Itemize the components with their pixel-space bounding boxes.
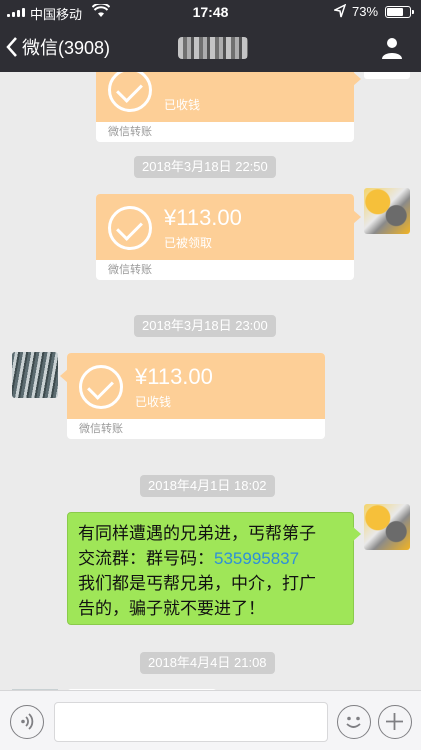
more-button[interactable]: [378, 705, 412, 739]
transfer-footer: 微信转账: [108, 264, 152, 276]
check-circle-icon: [79, 365, 123, 409]
input-bar: [0, 690, 421, 750]
location-arrow-icon: [334, 4, 346, 18]
transfer-amount: ¥113.00: [164, 205, 242, 230]
status-bar: 中国移动 17:48 73%: [0, 0, 421, 24]
transfer-amount: ¥113.00: [135, 364, 213, 389]
transfer-message[interactable]: 已收钱 微信转账: [96, 72, 361, 142]
text-message[interactable]: 有同样遭遇的兄弟进，丐帮第子 交流群：群号码：535995837 我们都是丐帮兄…: [67, 512, 361, 625]
avatar[interactable]: [364, 72, 410, 79]
top-bar: 中国移动 17:48 73% 微信(3908): [0, 0, 421, 72]
message-input[interactable]: [54, 702, 328, 742]
check-circle-icon: [108, 72, 152, 112]
back-button[interactable]: 微信(3908): [6, 34, 110, 60]
transfer-footer: 微信转账: [108, 126, 152, 138]
chat-area[interactable]: 已收钱 微信转账 2018年3月18日 22:50 ¥113.00 已被领取 微…: [0, 72, 421, 690]
transfer-footer: 微信转账: [79, 423, 123, 435]
message-line: 交流群：群号码：535995837: [78, 549, 300, 568]
transfer-message[interactable]: ¥113.00 已被领取 微信转账: [96, 194, 361, 280]
battery-icon: [385, 6, 414, 18]
group-number-link[interactable]: 535995837: [214, 549, 299, 568]
transfer-status: 已收钱: [135, 395, 172, 409]
timestamp: 2018年3月18日 23:00: [134, 315, 276, 337]
nav-bar: 微信(3908): [0, 24, 421, 72]
emoji-button[interactable]: [337, 705, 371, 739]
timestamp: 2018年4月4日 21:08: [140, 652, 275, 674]
battery-percent: 73%: [352, 4, 379, 19]
message-line: 有同样遭遇的兄弟进，丐帮第子: [78, 524, 316, 543]
transfer-message[interactable]: ¥113.00 已收钱 微信转账: [60, 353, 325, 439]
transfer-status: 已收钱: [164, 98, 201, 112]
check-circle-icon: [108, 206, 152, 250]
chevron-left-icon: [6, 37, 17, 57]
avatar[interactable]: [364, 188, 410, 234]
voice-button[interactable]: [10, 705, 44, 739]
transfer-status: 已被领取: [164, 236, 213, 250]
message-line: 我们都是丐帮兄弟，中介，打广: [78, 574, 316, 593]
person-icon[interactable]: [380, 36, 404, 60]
timestamp: 2018年4月1日 18:02: [140, 475, 275, 497]
avatar[interactable]: [364, 504, 410, 550]
back-label: 微信(3908): [22, 38, 111, 58]
plus-icon: [386, 713, 403, 730]
timestamp: 2018年3月18日 22:50: [134, 156, 276, 178]
smiley-icon: [346, 716, 361, 728]
avatar[interactable]: [12, 352, 58, 398]
chat-title-blurred: [178, 37, 248, 59]
message-line: 告的，骗子就不要进了！: [78, 599, 265, 618]
voice-icon: [21, 713, 34, 730]
